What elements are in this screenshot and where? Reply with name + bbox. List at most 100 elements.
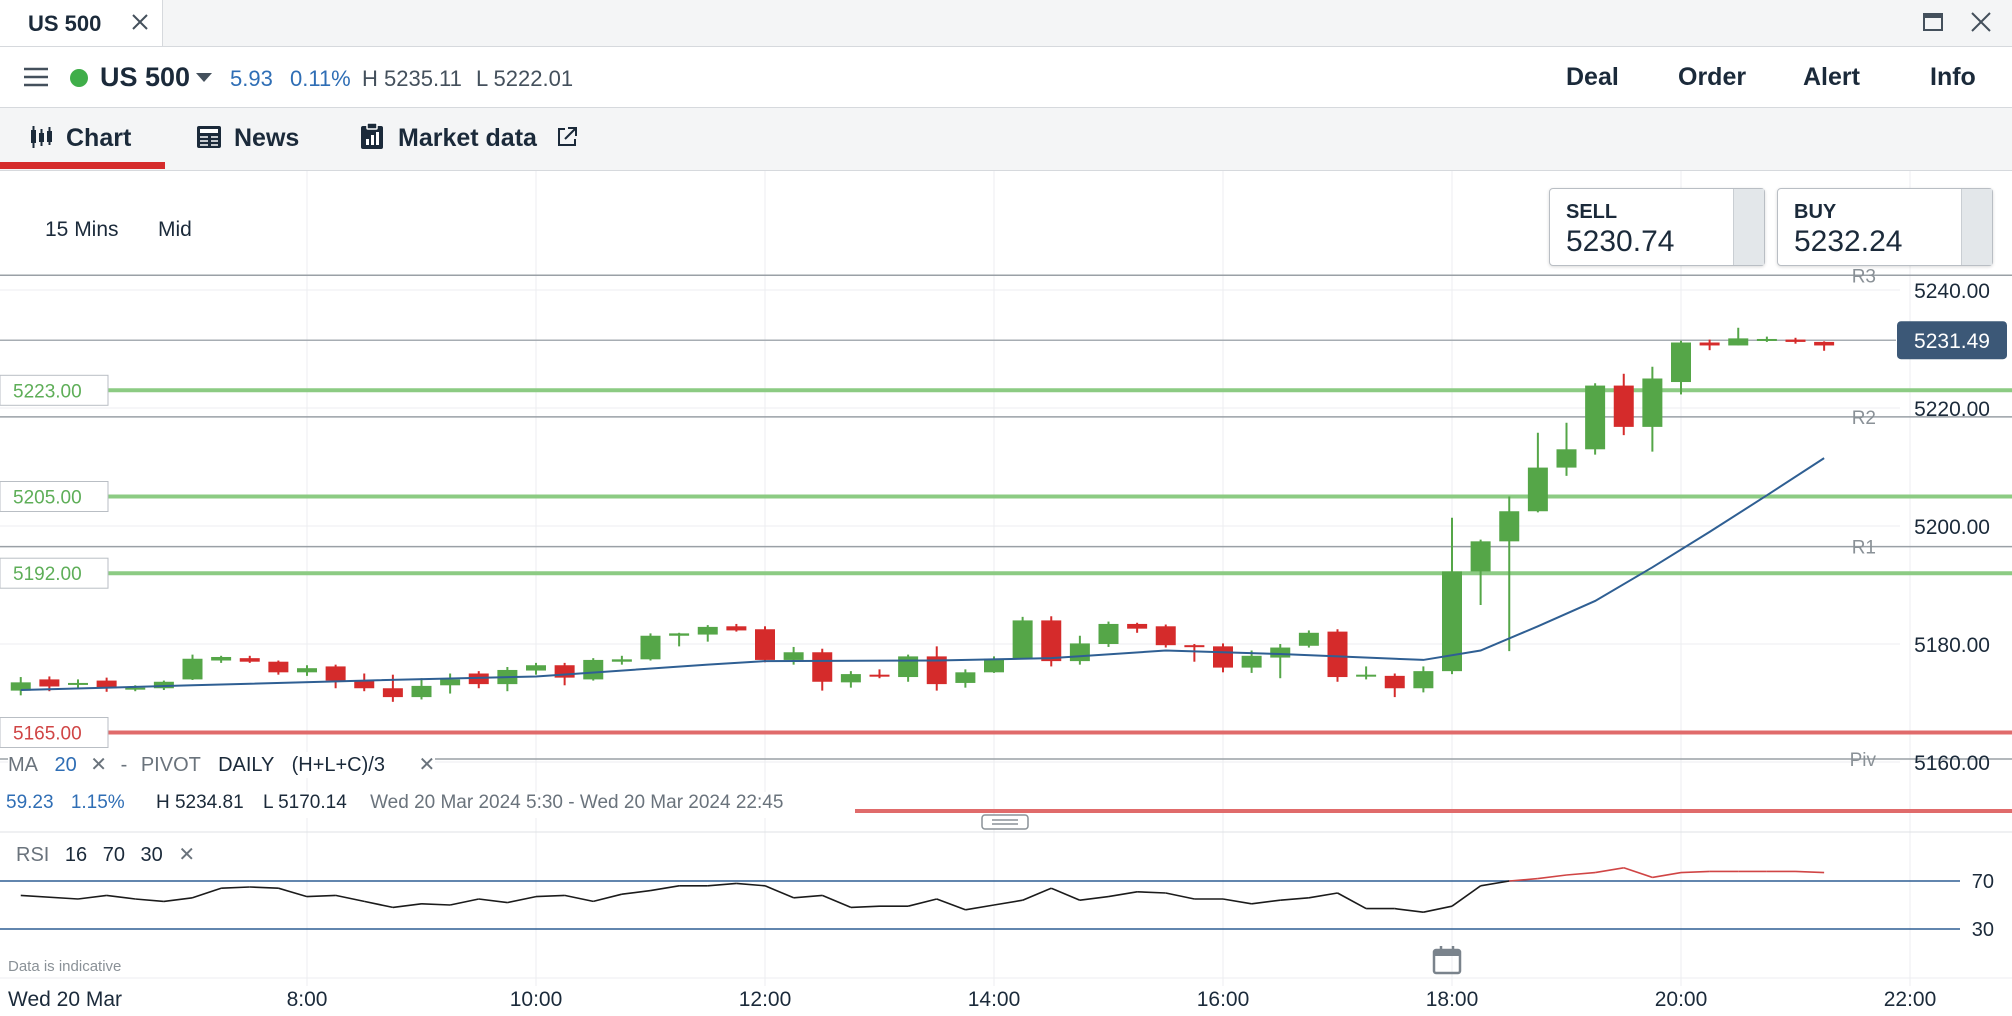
tab-news[interactable]: News (234, 124, 299, 153)
daily-change-percent: 0.11% (290, 66, 351, 91)
candle-body (898, 656, 919, 678)
order-button[interactable]: Order (1678, 63, 1746, 92)
deal-button[interactable]: Deal (1566, 63, 1619, 92)
current-price-label: 5231.49 (1914, 330, 1990, 353)
candle-body (869, 674, 890, 677)
instrument-name[interactable]: US 500 (100, 62, 190, 93)
info-button[interactable]: Info (1930, 63, 1976, 92)
rsi-segment (421, 903, 451, 906)
rsi-segment (20, 894, 79, 900)
rsi-segment (736, 882, 766, 887)
session-low: L 5170.14 (262, 792, 347, 813)
rsi-segment (249, 886, 279, 889)
session-change-percent: 1.15% (70, 792, 125, 813)
rsi-lower[interactable]: 30 (141, 844, 163, 866)
rsi-segment (821, 894, 852, 909)
window-tab-strip (0, 0, 2012, 47)
hamburger-menu-icon[interactable] (24, 66, 48, 88)
x-tick-label: 14:00 (968, 988, 1021, 1011)
pivot-label-r1: R1 (1852, 538, 1876, 559)
price-chart[interactable]: R3 R2 R1 Piv 5223.00 5205.00 5192.00 5165.00 523… (0, 171, 2012, 1016)
candle-body (440, 679, 461, 686)
candle-body (1384, 675, 1405, 689)
chevron-down-icon[interactable] (196, 73, 212, 82)
date-label: Wed 20 Mar (8, 988, 122, 1011)
sell-label: SELL (1566, 201, 1618, 223)
x-tick-label: 16:00 (1197, 988, 1250, 1011)
y-tick-label: 5220.00 (1914, 398, 1990, 421)
remove-rsi-icon[interactable]: ✕ (178, 844, 195, 866)
session-high: H 5234.81 (155, 792, 244, 813)
candle-body (697, 626, 718, 635)
candle-body (1585, 385, 1606, 450)
remove-pivot-icon[interactable]: ✕ (419, 754, 436, 776)
rsi-segment (135, 898, 164, 903)
x-tick-label: 18:00 (1426, 988, 1479, 1011)
candle-body (1671, 342, 1691, 383)
rsi-segment (278, 887, 308, 898)
candle-body (783, 652, 804, 660)
ma-period[interactable]: 20 (54, 754, 76, 776)
x-tick-label: 22:00 (1884, 988, 1937, 1011)
external-link-icon[interactable] (556, 126, 578, 148)
candle-body (526, 665, 546, 671)
pivot-formula[interactable]: (H+L+C)/3 (292, 754, 385, 776)
y-tick-label: 5200.00 (1914, 516, 1990, 539)
tab-chart[interactable]: Chart (66, 124, 131, 153)
x-tick-label: 20:00 (1655, 988, 1708, 1011)
pivot-label-piv: Piv (1850, 750, 1877, 771)
rsi-level-label: 70 (1972, 871, 1994, 893)
rsi-segment (392, 903, 422, 909)
disclaimer: Data is indicative (8, 958, 122, 975)
rsi-segment (1280, 897, 1309, 901)
rsi-segment (192, 887, 222, 899)
candle-body (1499, 511, 1520, 542)
candle-body (68, 682, 88, 685)
rsi-segment (1251, 899, 1281, 905)
active-tab-indicator (0, 162, 165, 169)
candle-body (1098, 623, 1119, 644)
alert-button[interactable]: Alert (1803, 63, 1860, 92)
candle-body (268, 661, 289, 673)
calendar-icon[interactable] (1432, 945, 1462, 975)
candle-body (726, 626, 747, 631)
candle-body (640, 635, 661, 660)
buy-button[interactable]: BUY 5232.24 (1777, 188, 1993, 266)
candle-body (755, 629, 775, 660)
close-window-icon[interactable] (1970, 11, 1992, 33)
rsi-segment (1680, 870, 1710, 874)
interval-selector[interactable]: 15 Mins (45, 218, 119, 242)
pivot-period[interactable]: DAILY (218, 754, 274, 776)
rsi-segment (1108, 891, 1138, 898)
sell-button-side (1733, 189, 1764, 265)
tab-market-data[interactable]: Market data (398, 124, 537, 153)
candle-body (239, 658, 260, 662)
window-tab-title: US 500 (28, 11, 102, 36)
rsi-segment (1308, 892, 1338, 899)
sell-button[interactable]: SELL 5230.74 (1549, 188, 1765, 266)
rsi-legend: RSI 16 70 30 ✕ (16, 842, 195, 867)
rsi-segment (1566, 871, 1596, 876)
close-tab-icon[interactable] (128, 10, 152, 34)
rsi-segment (936, 898, 966, 911)
indicator-legend: MA 20 ✕ - PIVOT DAILY (H+L+C)/3 ✕ (8, 752, 436, 778)
remove-ma-icon[interactable]: ✕ (90, 754, 107, 776)
x-tick-label: 10:00 (510, 988, 563, 1011)
rsi-period[interactable]: 16 (65, 844, 87, 866)
price-type-selector[interactable]: Mid (158, 218, 192, 242)
rsi-segment (1050, 887, 1081, 901)
candle-body (1184, 645, 1205, 648)
session-stats: 59.23 1.15% H 5234.81 L 5170.14 Wed 20 M… (6, 792, 784, 818)
rsi-segment (593, 893, 623, 903)
candle-body (1127, 623, 1148, 629)
candle-body (812, 652, 833, 682)
rsi-segment (850, 905, 880, 909)
daily-high: H 5235.11 (362, 66, 462, 91)
pivot-label-r2: R2 (1852, 408, 1876, 429)
maximize-icon[interactable] (1922, 11, 1944, 33)
rsi-segment (1394, 907, 1424, 913)
rsi-segment (221, 886, 250, 889)
rsi-upper[interactable]: 70 (103, 844, 125, 866)
session-change: 59.23 (6, 792, 54, 813)
rsi-segment (1451, 885, 1482, 907)
